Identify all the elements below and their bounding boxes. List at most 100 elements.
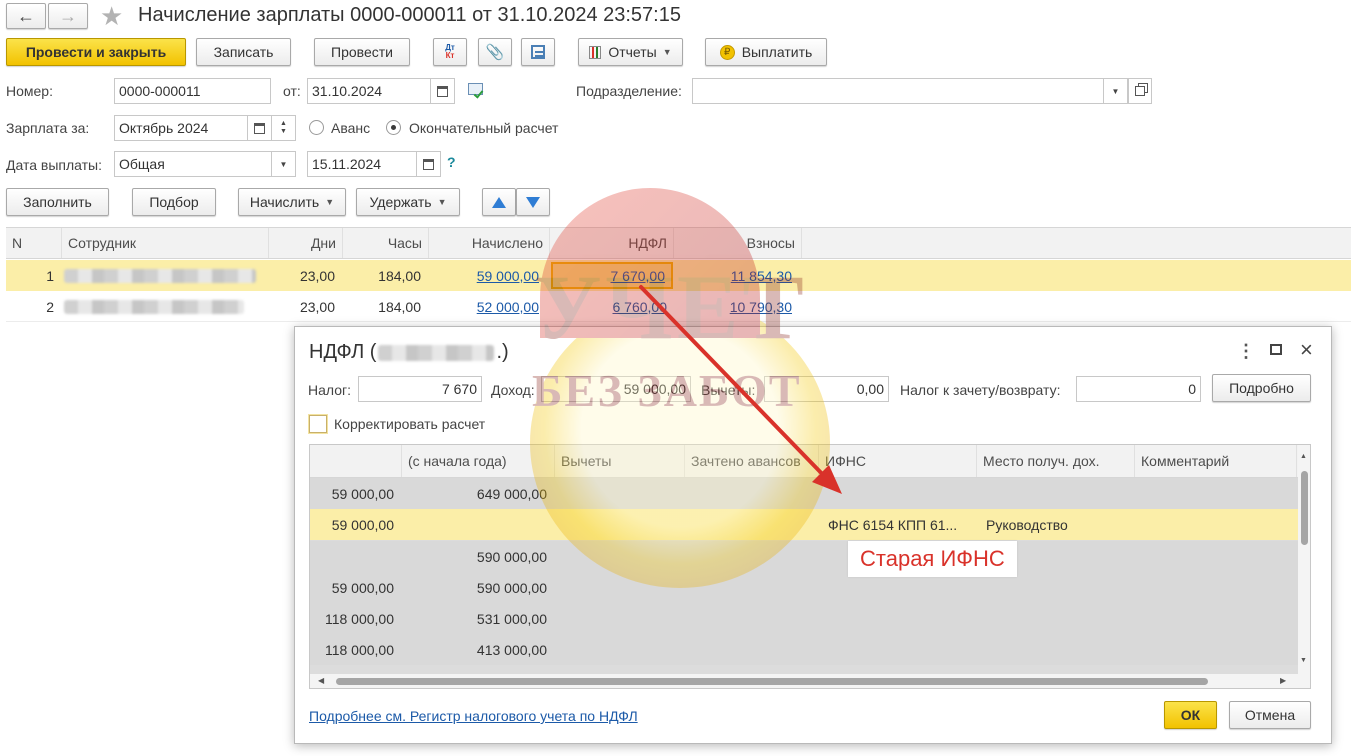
help-icon[interactable]: ? — [447, 154, 456, 170]
col-comment[interactable]: Комментарий — [1135, 445, 1297, 477]
more-options-icon[interactable]: ⋮ — [1237, 341, 1255, 362]
col-accrued[interactable]: Начислено — [429, 228, 550, 258]
cancel-button[interactable]: Отмена — [1229, 701, 1311, 729]
attach-button[interactable]: 📎 — [478, 38, 512, 66]
close-icon[interactable]: × — [1300, 337, 1313, 363]
back-button[interactable]: ← — [6, 3, 46, 29]
employee-name-redacted — [64, 269, 256, 283]
maximize-icon[interactable] — [1270, 344, 1282, 355]
col-ifns[interactable]: ИФНС — [819, 445, 977, 477]
col-deductions[interactable]: Вычеты — [555, 445, 685, 477]
favorite-star-icon[interactable]: ★ — [100, 1, 123, 32]
employee-name-redacted — [64, 300, 244, 314]
income-value: 118 000,00 — [324, 641, 394, 658]
number-label: Номер: — [6, 83, 53, 99]
table-row[interactable]: 59 000,00 590 000,00 — [310, 572, 1298, 603]
accrued-link[interactable]: 52 000,00 — [429, 291, 539, 322]
accrue-button[interactable]: Начислить ▼ — [238, 188, 346, 216]
vertical-scrollbar[interactable]: ▲ ▼ — [1298, 445, 1310, 674]
col-income-ytd[interactable]: (с начала года) — [402, 445, 555, 477]
deductions-field[interactable]: 0,00 — [764, 376, 889, 402]
register-link[interactable]: Подробнее см. Регистр налогового учета п… — [309, 708, 638, 724]
arrow-down-icon — [526, 196, 540, 208]
refund-label: Налог к зачету/возврату: — [900, 382, 1061, 398]
accrued-link[interactable]: 59 000,00 — [429, 260, 539, 291]
department-label: Подразделение: — [576, 83, 682, 99]
col-place[interactable]: Место получ. дох. — [977, 445, 1135, 477]
date-calendar-button[interactable] — [431, 78, 455, 104]
horizontal-scrollbar[interactable]: ◀ ▶ — [310, 674, 1310, 688]
vertical-scroll-thumb[interactable] — [1301, 471, 1308, 545]
step-down-icon[interactable]: ▼ — [280, 128, 287, 136]
fill-button[interactable]: Заполнить — [6, 188, 109, 216]
move-up-button[interactable] — [482, 188, 516, 216]
scroll-right-icon[interactable]: ▶ — [1280, 676, 1286, 685]
period-calendar-button[interactable] — [248, 115, 272, 141]
post-button[interactable]: Провести — [314, 38, 410, 66]
table-row[interactable]: 59 000,00 649 000,00 — [310, 478, 1298, 509]
tax-field[interactable]: 7 670 — [358, 376, 482, 402]
scroll-down-icon[interactable]: ▼ — [1300, 657, 1307, 664]
income-value: 118 000,00 — [324, 610, 394, 627]
refund-field[interactable]: 0 — [1076, 376, 1201, 402]
table-row[interactable]: 59 000,00 ФНС 6154 КПП 61... Руководство — [310, 509, 1298, 540]
withhold-button[interactable]: Удержать ▼ — [356, 188, 460, 216]
ndfl-link[interactable]: 7 670,00 — [551, 262, 673, 289]
paytype-select[interactable]: Общая — [114, 151, 272, 177]
contributions-link[interactable]: 11 854,30 — [674, 260, 792, 291]
col-days[interactable]: Дни — [269, 228, 343, 258]
chevron-down-icon: ▼ — [1111, 86, 1120, 96]
contributions-link[interactable]: 10 790,30 — [674, 291, 792, 322]
col-ndfl[interactable]: НДФЛ — [550, 228, 674, 258]
radio-advance[interactable] — [309, 120, 324, 135]
table-row[interactable]: 1 23,00 184,00 59 000,00 7 670,00 11 854… — [6, 260, 1351, 291]
posted-status-icon[interactable] — [468, 83, 486, 99]
forward-button[interactable]: → — [48, 3, 88, 29]
open-window-icon — [1135, 86, 1145, 96]
arrow-up-icon — [492, 196, 506, 208]
col-advances[interactable]: Зачтено авансов — [685, 445, 819, 477]
dialog-title-prefix: НДФЛ ( — [309, 341, 377, 363]
date-field[interactable]: 31.10.2024 — [307, 78, 431, 104]
ok-button[interactable]: ОК — [1164, 701, 1217, 729]
pay-button[interactable]: ₽ Выплатить — [705, 38, 827, 66]
department-field[interactable] — [692, 78, 1104, 104]
paydate-field[interactable]: 15.11.2024 — [307, 151, 417, 177]
post-and-close-button[interactable]: Провести и закрыть — [6, 38, 186, 66]
structure-button[interactable] — [521, 38, 555, 66]
period-field[interactable]: Октябрь 2024 — [114, 115, 248, 141]
correct-checkbox[interactable] — [309, 415, 327, 433]
table-row[interactable]: 118 000,00 413 000,00 — [310, 634, 1298, 665]
save-button[interactable]: Записать — [196, 38, 291, 66]
horizontal-scroll-thumb[interactable] — [336, 678, 1208, 685]
col-income[interactable] — [310, 445, 402, 477]
col-hours[interactable]: Часы — [343, 228, 429, 258]
col-n[interactable]: N — [6, 228, 62, 258]
scroll-left-icon[interactable]: ◀ — [318, 676, 324, 685]
paydate-calendar-button[interactable] — [417, 151, 441, 177]
details-button[interactable]: Подробно — [1212, 374, 1311, 402]
select-button[interactable]: Подбор — [132, 188, 216, 216]
scroll-up-icon[interactable]: ▲ — [1300, 453, 1307, 460]
debit-credit-icon: Дт Кт — [445, 43, 455, 60]
step-up-icon[interactable]: ▲ — [280, 120, 287, 128]
paytype-dropdown-button[interactable]: ▼ — [272, 151, 296, 177]
income-field[interactable]: 59 000,00 — [541, 376, 691, 402]
col-contributions[interactable]: Взносы — [674, 228, 802, 258]
pay-label: Выплатить — [741, 44, 813, 60]
col-employee[interactable]: Сотрудник — [62, 228, 269, 258]
ndfl-dialog: НДФЛ ( .) ⋮ × Налог: 7 670 Доход: 59 000… — [294, 326, 1332, 744]
reports-button[interactable]: Отчеты ▼ — [578, 38, 683, 66]
table-row[interactable]: 590 000,00 — [310, 541, 1298, 572]
period-stepper[interactable]: ▲ ▼ — [272, 115, 296, 141]
radio-final-payment[interactable] — [386, 120, 401, 135]
ndfl-link[interactable]: 6 760,00 — [551, 291, 668, 322]
debit-credit-button[interactable]: Дт Кт — [433, 38, 467, 66]
income-ytd-value: 413 000,00 — [476, 641, 547, 658]
table-row[interactable]: 2 23,00 184,00 52 000,00 6 760,00 10 790… — [6, 291, 1351, 322]
department-dropdown-button[interactable]: ▼ — [1104, 78, 1128, 104]
number-field[interactable]: 0000-000011 — [114, 78, 271, 104]
department-open-button[interactable] — [1128, 78, 1152, 104]
move-down-button[interactable] — [516, 188, 550, 216]
table-row[interactable]: 118 000,00 531 000,00 — [310, 603, 1298, 634]
